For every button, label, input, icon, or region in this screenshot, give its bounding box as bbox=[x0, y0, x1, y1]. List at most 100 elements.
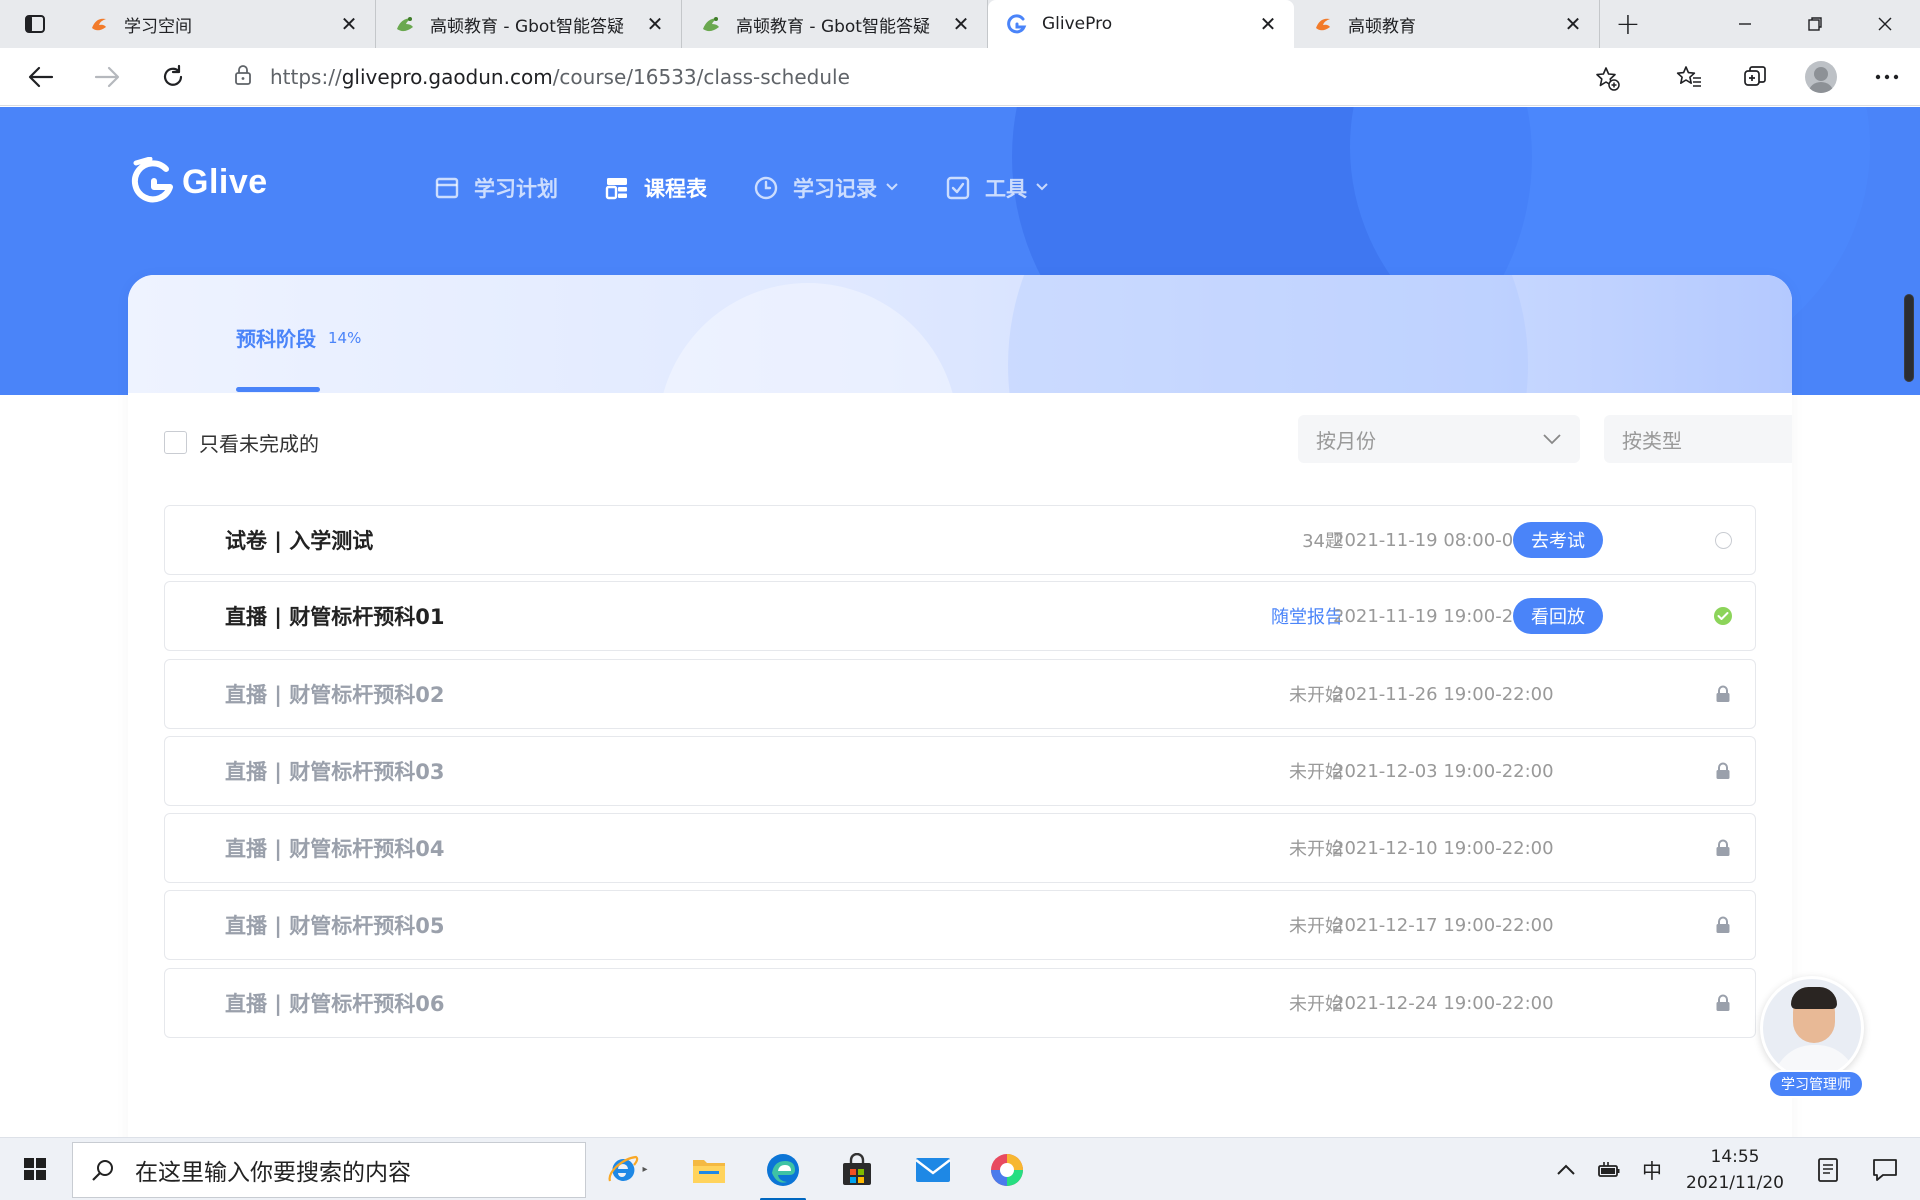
notes-button[interactable] bbox=[1798, 1138, 1858, 1200]
study-manager-badge: 学习管理师 bbox=[1768, 1070, 1864, 1098]
browser-tab-bar: 学习空间 ✕ 高顿教育 - Gbot智能答疑 ✕ 高顿教育 - Gbot智能答疑… bbox=[0, 0, 1920, 48]
back-button[interactable] bbox=[8, 48, 74, 106]
browser-tab-1[interactable]: 学习空间 ✕ bbox=[70, 0, 376, 48]
favorites-button[interactable] bbox=[1656, 48, 1722, 106]
lock-icon[interactable] bbox=[234, 64, 252, 90]
schedule-row[interactable]: 试卷 | 入学测试 34题 2021-11-19 08:00-08:15 去考试 bbox=[164, 505, 1756, 575]
mail-icon bbox=[915, 1157, 951, 1182]
lesson-title: 直播 | 财管标杆预科03 bbox=[225, 760, 445, 784]
url-path: /course/16533/class-schedule bbox=[552, 65, 850, 89]
nav-tools[interactable]: 工具 bbox=[945, 173, 1049, 203]
folder-icon bbox=[693, 1159, 725, 1183]
schedule-row[interactable]: 直播 | 财管标杆预科02 未开始 2021-11-26 19:00-22:00 bbox=[164, 659, 1756, 729]
close-tab-icon[interactable]: ✕ bbox=[337, 12, 361, 36]
nav-label: 工具 bbox=[985, 177, 1027, 201]
schedule-row[interactable]: 直播 | 财管标杆预科06 未开始 2021-12-24 19:00-22:00 bbox=[164, 968, 1756, 1038]
add-favorite-icon[interactable] bbox=[1594, 65, 1620, 95]
lock-icon bbox=[1713, 915, 1733, 935]
collections-button[interactable] bbox=[1722, 48, 1788, 106]
show-hidden-icons-button[interactable] bbox=[1546, 1138, 1586, 1200]
page-content: Glive 学习计划 课程表 学习记录 工具 预科阶段 14% 只看未完成的 按… bbox=[0, 107, 1920, 1137]
action-center-button[interactable] bbox=[1858, 1138, 1920, 1200]
refresh-icon bbox=[163, 64, 183, 86]
close-tab-icon[interactable]: ✕ bbox=[643, 12, 667, 36]
close-window-button[interactable] bbox=[1850, 0, 1920, 48]
new-tab-button[interactable]: + bbox=[1600, 0, 1656, 48]
taskbar-clock[interactable]: 14:55 2021/11/20 bbox=[1672, 1144, 1798, 1196]
mail-app-button[interactable] bbox=[896, 1138, 970, 1200]
notes-icon bbox=[1818, 1157, 1838, 1182]
ie-app-button[interactable]: ▸ bbox=[590, 1138, 664, 1200]
forward-button[interactable] bbox=[74, 48, 140, 106]
refresh-button[interactable] bbox=[140, 48, 206, 106]
profile-button[interactable] bbox=[1788, 48, 1854, 106]
nav-label: 学习记录 bbox=[793, 177, 877, 201]
lesson-time: 2021-12-24 19:00-22:00 bbox=[1333, 992, 1554, 1014]
study-manager-widget[interactable]: 学习管理师 bbox=[1758, 976, 1866, 1098]
window-controls bbox=[1710, 0, 1920, 48]
taskbar-search[interactable]: 在这里输入你要搜索的内容 bbox=[72, 1142, 586, 1198]
edge-app-button[interactable] bbox=[746, 1138, 820, 1200]
more-menu-button[interactable] bbox=[1854, 48, 1920, 106]
only-incomplete-filter[interactable]: 只看未完成的 bbox=[164, 428, 319, 457]
schedule-row[interactable]: 直播 | 财管标杆预科03 未开始 2021-12-03 19:00-22:00 bbox=[164, 736, 1756, 806]
watch-replay-button[interactable]: 看回放 bbox=[1513, 598, 1603, 634]
schedule-row[interactable]: 直播 | 财管标杆预科05 未开始 2021-12-17 19:00-22:00 bbox=[164, 890, 1756, 960]
nav-schedule[interactable]: 课程表 bbox=[604, 173, 707, 203]
type-select-placeholder: 按类型 bbox=[1622, 428, 1682, 453]
filter-row: 只看未完成的 按月份 按类型 bbox=[164, 415, 1792, 465]
start-button[interactable] bbox=[0, 1138, 70, 1200]
arrow-right-icon bbox=[94, 66, 120, 87]
url-scheme: https:// bbox=[270, 65, 342, 89]
tab-actions-button[interactable] bbox=[0, 0, 70, 48]
lesson-title: 直播 | 财管标杆预科02 bbox=[225, 683, 445, 707]
chevron-down-icon bbox=[1035, 180, 1049, 196]
browser-tab-5[interactable]: 高顿教育 ✕ bbox=[1294, 0, 1600, 48]
browser-tab-3[interactable]: 高顿教育 - Gbot智能答疑 ✕ bbox=[682, 0, 988, 48]
clock-icon bbox=[753, 175, 779, 201]
page-scrollbar-thumb[interactable] bbox=[1904, 294, 1914, 382]
ime-indicator[interactable]: 中 bbox=[1632, 1138, 1672, 1200]
clock-time: 14:55 bbox=[1710, 1146, 1760, 1167]
photos-app-button[interactable] bbox=[970, 1138, 1044, 1200]
type-select[interactable]: 按类型 bbox=[1604, 415, 1792, 463]
address-bar[interactable]: https://glivepro.gaodun.com/course/16533… bbox=[216, 54, 1632, 100]
restore-button[interactable] bbox=[1780, 0, 1850, 48]
browser-tab-2[interactable]: 高顿教育 - Gbot智能答疑 ✕ bbox=[376, 0, 682, 48]
close-tab-icon[interactable]: ✕ bbox=[1256, 12, 1280, 36]
status-pending-icon bbox=[1713, 530, 1733, 550]
file-explorer-button[interactable] bbox=[672, 1138, 746, 1200]
store-app-button[interactable] bbox=[820, 1138, 894, 1200]
close-tab-icon[interactable]: ✕ bbox=[1561, 12, 1585, 36]
stage-tab[interactable]: 预科阶段 14% bbox=[236, 323, 361, 352]
lesson-title: 直播 | 财管标杆预科01 bbox=[225, 605, 445, 629]
month-select-placeholder: 按月份 bbox=[1316, 428, 1376, 453]
close-tab-icon[interactable]: ✕ bbox=[949, 12, 973, 36]
nav-study-record[interactable]: 学习记录 bbox=[753, 173, 899, 203]
arrow-left-icon bbox=[28, 66, 54, 87]
lesson-title: 直播 | 财管标杆预科04 bbox=[225, 837, 445, 861]
month-select[interactable]: 按月份 bbox=[1298, 415, 1580, 463]
internet-explorer-icon bbox=[609, 1155, 639, 1181]
collections-icon bbox=[1744, 66, 1766, 86]
chevron-down-icon bbox=[1543, 434, 1561, 445]
schedule-row[interactable]: 直播 | 财管标杆预科04 未开始 2021-12-10 19:00-22:00 bbox=[164, 813, 1756, 883]
battery-plug-icon bbox=[1598, 1161, 1620, 1177]
lesson-title: 直播 | 财管标杆预科05 bbox=[225, 914, 445, 938]
gbot-green-icon bbox=[700, 13, 722, 35]
plus-icon: + bbox=[1615, 6, 1641, 42]
stage-name: 预科阶段 bbox=[236, 327, 316, 351]
colorful-wheel-icon bbox=[991, 1153, 1023, 1186]
schedule-row[interactable]: 直播 | 财管标杆预科01 随堂报告 2021-11-19 19:00-22:0… bbox=[164, 581, 1756, 651]
glive-logo[interactable]: Glive bbox=[128, 157, 268, 207]
decor-circle bbox=[658, 283, 958, 393]
url-host: glivepro.gaodun.com bbox=[341, 65, 553, 89]
only-incomplete-checkbox[interactable] bbox=[164, 431, 187, 454]
battery-button[interactable] bbox=[1586, 1138, 1632, 1200]
store-bag-icon bbox=[843, 1152, 871, 1185]
nav-study-plan[interactable]: 学习计划 bbox=[434, 173, 558, 203]
minimize-button[interactable] bbox=[1710, 0, 1780, 48]
stage-header: 预科阶段 14% bbox=[128, 275, 1792, 393]
start-exam-button[interactable]: 去考试 bbox=[1513, 522, 1603, 558]
browser-tab-active[interactable]: GlivePro ✕ bbox=[988, 0, 1294, 48]
